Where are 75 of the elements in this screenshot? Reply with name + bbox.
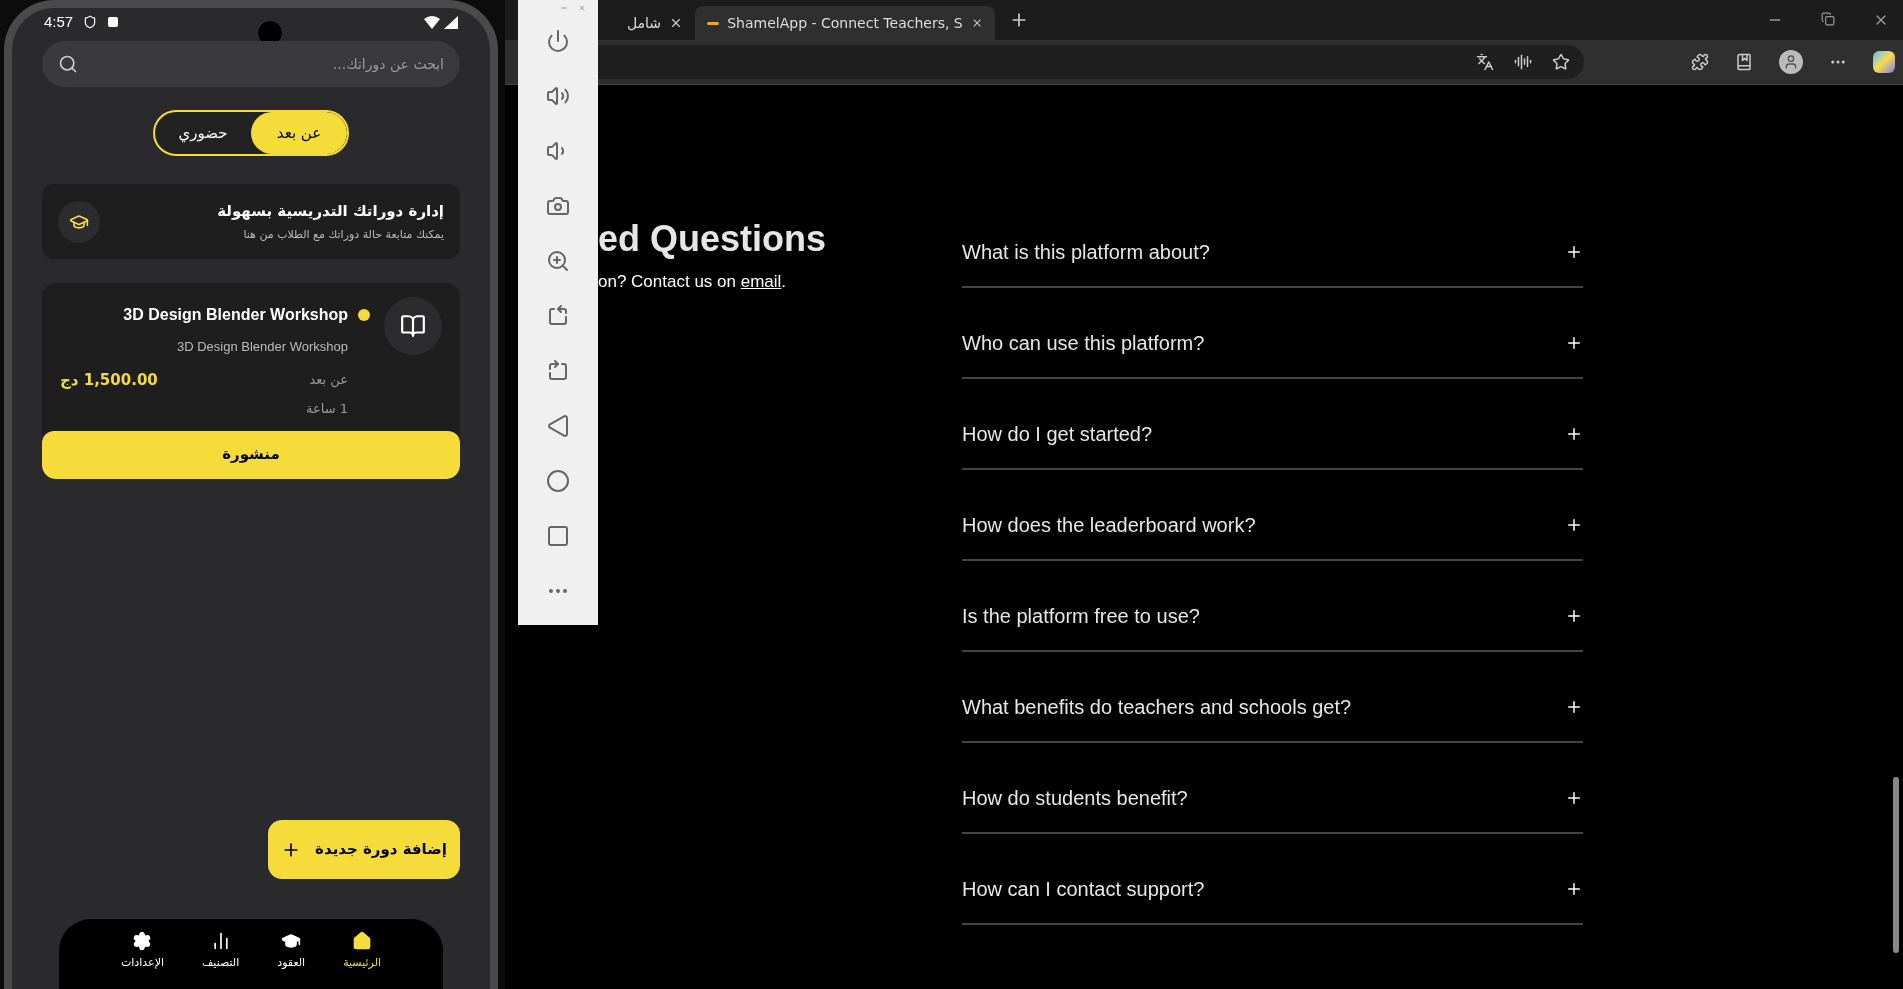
faq-question: How does the leaderboard work? bbox=[962, 513, 1256, 538]
faq-item[interactable]: Who can use this platform? bbox=[962, 288, 1583, 379]
restore-icon[interactable] bbox=[1821, 12, 1835, 26]
nav-item[interactable]: الرئيسية bbox=[343, 931, 382, 989]
faq-intro: on? Contact us on email. bbox=[598, 271, 788, 293]
status-time: 4:57 bbox=[44, 11, 74, 32]
faq-question: How do I get started? bbox=[962, 422, 1153, 447]
scrollbar[interactable] bbox=[1893, 777, 1899, 953]
add-course-button[interactable]: إضافة دورة جديدة bbox=[268, 820, 460, 879]
profile-avatar[interactable] bbox=[1779, 50, 1803, 74]
back-icon[interactable] bbox=[546, 414, 570, 438]
faq-question: How can I contact support? bbox=[962, 877, 1205, 902]
expand-icon bbox=[1565, 880, 1583, 898]
rotate-left-icon[interactable] bbox=[546, 304, 570, 328]
book-icon bbox=[400, 313, 426, 339]
mode-tab[interactable]: عن بعد bbox=[251, 112, 347, 154]
faq-question: What is this platform about? bbox=[962, 240, 1210, 265]
faq-question: Who can use this platform? bbox=[962, 331, 1205, 356]
browser-tab[interactable]: ShamelApp - Connect Teachers, S bbox=[695, 6, 995, 40]
wifi-icon bbox=[424, 15, 440, 29]
home-circle-icon[interactable] bbox=[546, 469, 570, 493]
expand-icon bbox=[1565, 607, 1583, 625]
info-subtitle: يمكنك متابعة حالة دوراتك مع الطلاب من هنا bbox=[242, 226, 444, 243]
nav-item[interactable]: العقود bbox=[277, 931, 306, 989]
star-icon[interactable] bbox=[1552, 53, 1570, 71]
nav-item[interactable]: التصنيف bbox=[202, 931, 240, 989]
settings-icon bbox=[132, 931, 153, 951]
extensions-icon[interactable] bbox=[1691, 53, 1709, 71]
favorites-icon[interactable] bbox=[1735, 53, 1753, 71]
email-link[interactable]: email bbox=[740, 272, 782, 291]
course-title: 3D Design Blender Workshop bbox=[123, 305, 348, 325]
zoom-icon[interactable] bbox=[546, 249, 570, 273]
search-field[interactable]: ابحث عن دوراتك... bbox=[42, 41, 460, 87]
search-icon bbox=[58, 54, 78, 74]
course-mode: عن بعد bbox=[309, 371, 348, 390]
faq-item[interactable]: What is this platform about? bbox=[962, 197, 1583, 288]
browser-tab[interactable]: شامل bbox=[615, 6, 695, 40]
expand-icon bbox=[1565, 698, 1583, 716]
expand-icon bbox=[1565, 243, 1583, 261]
rotate-right-icon[interactable] bbox=[546, 359, 570, 383]
faq-question: How do students benefit? bbox=[962, 786, 1188, 811]
faq-item[interactable]: How do students benefit? bbox=[962, 743, 1583, 834]
faq-item[interactable]: What benefits do teachers and schools get? bbox=[962, 652, 1583, 743]
faq-question: Is the platform free to use? bbox=[962, 604, 1200, 629]
mode-tab[interactable]: حضوري bbox=[155, 112, 251, 154]
signal-icon bbox=[444, 15, 458, 29]
expand-icon bbox=[1565, 425, 1583, 443]
camera-icon[interactable] bbox=[546, 194, 570, 218]
expand-icon bbox=[1565, 334, 1583, 352]
expand-icon bbox=[1565, 516, 1583, 534]
info-title: إدارة دوراتك التدريسية بسهولة bbox=[217, 201, 444, 222]
tab-title: ShamelApp - Connect Teachers, S bbox=[727, 13, 963, 33]
course-duration: 1 ساعة bbox=[306, 400, 348, 418]
faq-item[interactable]: How does the leaderboard work? bbox=[962, 470, 1583, 561]
faq-heading: ed Questions bbox=[598, 217, 828, 261]
tab-close-icon[interactable] bbox=[669, 16, 683, 30]
volume-up-icon[interactable] bbox=[546, 84, 570, 108]
status-button[interactable]: منشورة bbox=[42, 430, 460, 479]
course-subtitle: 3D Design Blender Workshop bbox=[177, 338, 348, 356]
graduation-cap-icon bbox=[281, 931, 302, 951]
favicon-icon bbox=[707, 21, 720, 25]
overview-square-icon[interactable] bbox=[546, 524, 570, 548]
faq-item[interactable]: Is the platform free to use? bbox=[962, 561, 1583, 652]
tab-title: شامل bbox=[627, 13, 662, 33]
translate-icon[interactable] bbox=[1476, 53, 1494, 71]
course-price: 1,500.00 دج bbox=[60, 369, 158, 391]
faq-item[interactable]: How do I get started? bbox=[962, 379, 1583, 470]
faq-item[interactable]: How can I contact support? bbox=[962, 834, 1583, 925]
shield-icon bbox=[83, 15, 98, 29]
home-icon bbox=[352, 931, 373, 951]
nav-item[interactable]: الإعدادات bbox=[120, 931, 164, 989]
faq-question: What benefits do teachers and schools get? bbox=[962, 695, 1352, 720]
copilot-icon[interactable] bbox=[1873, 51, 1895, 73]
expand-icon bbox=[1565, 789, 1583, 807]
power-icon[interactable] bbox=[546, 29, 570, 53]
